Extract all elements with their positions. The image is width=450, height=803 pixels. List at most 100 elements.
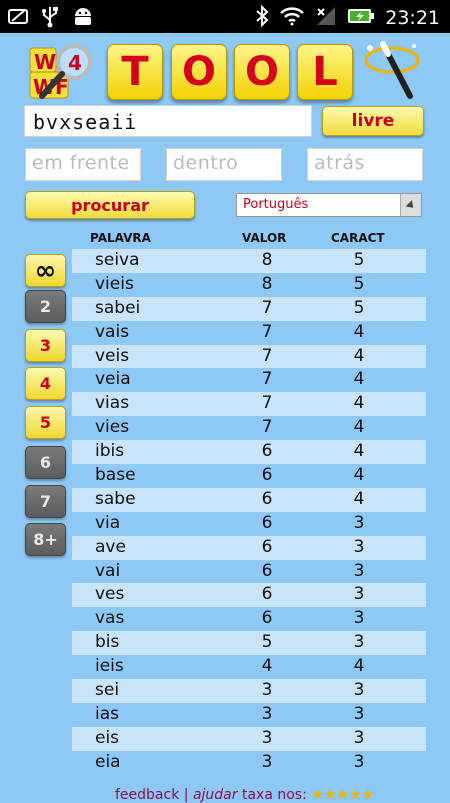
table-row[interactable]: ave 6 3 bbox=[72, 535, 426, 560]
table-cell-word: sei bbox=[95, 680, 120, 701]
table-cell-chars: 3 bbox=[353, 608, 365, 629]
search-button[interactable]: procurar bbox=[25, 191, 195, 219]
table-row[interactable]: ias 3 3 bbox=[72, 703, 426, 727]
table-cell-value: 6 bbox=[261, 560, 273, 581]
length-filter-button[interactable]: 3 bbox=[25, 329, 66, 362]
table-row[interactable]: bis 5 3 bbox=[72, 631, 426, 656]
length-filter-button[interactable]: 8+ bbox=[25, 523, 66, 556]
table-cell-chars: 4 bbox=[353, 393, 365, 414]
table-row[interactable]: ibis 6 4 bbox=[72, 440, 426, 465]
table-cell-value: 6 bbox=[261, 465, 273, 486]
back-field[interactable]: atrás bbox=[307, 148, 423, 181]
table-cell-value: 6 bbox=[261, 512, 273, 533]
length-filter-button[interactable]: 2 bbox=[25, 290, 66, 323]
table-cell-chars: 5 bbox=[353, 273, 365, 294]
table-cell-value: 7 bbox=[261, 417, 273, 438]
table-cell-word: vas bbox=[95, 608, 125, 629]
table-row[interactable]: vieis 8 5 bbox=[72, 273, 426, 297]
length-filter-button[interactable]: 6 bbox=[25, 446, 66, 479]
table-cell-value: 7 bbox=[261, 321, 273, 342]
table-cell-value: 7 bbox=[261, 393, 273, 414]
table-cell-chars: 3 bbox=[353, 751, 365, 772]
table-row[interactable]: veia 7 4 bbox=[72, 368, 426, 392]
language-select-value: Português bbox=[243, 197, 309, 212]
table-cell-chars: 4 bbox=[353, 656, 365, 677]
length-filter-button[interactable]: 5 bbox=[25, 406, 66, 439]
table-cell-chars: 5 bbox=[353, 250, 365, 270]
free-button[interactable]: livre bbox=[322, 106, 424, 136]
table-cell-value: 6 bbox=[261, 608, 273, 629]
length-filter-button[interactable]: ∞ bbox=[25, 254, 66, 287]
table-row[interactable]: vai 6 3 bbox=[72, 560, 426, 584]
table-cell-value: 7 bbox=[261, 297, 273, 318]
table-cell-chars: 3 bbox=[353, 632, 365, 653]
table-row[interactable]: vias 7 4 bbox=[72, 392, 426, 417]
table-cell-value: 7 bbox=[261, 369, 273, 390]
table-row[interactable]: eis 3 3 bbox=[72, 726, 426, 751]
bluetooth-icon bbox=[255, 4, 269, 31]
table-cell-value: 3 bbox=[261, 680, 273, 701]
table-cell-word: via bbox=[95, 512, 121, 533]
col-header-word[interactable]: PALAVRA bbox=[90, 231, 151, 245]
status-bar: 23:21 bbox=[0, 0, 450, 33]
table-cell-chars: 3 bbox=[353, 680, 365, 701]
table-cell-word: ibis bbox=[95, 441, 125, 462]
table-cell-value: 3 bbox=[261, 727, 273, 748]
length-filter-button[interactable]: 4 bbox=[25, 367, 66, 400]
signal-icon bbox=[315, 5, 337, 31]
table-row[interactable]: via 6 3 bbox=[72, 512, 426, 536]
table-header: PALAVRA VALOR CARACT bbox=[72, 231, 426, 247]
svg-text:W: W bbox=[34, 50, 56, 74]
table-cell-value: 4 bbox=[261, 656, 273, 677]
table-cell-chars: 3 bbox=[353, 727, 365, 748]
table-cell-value: 6 bbox=[261, 441, 273, 462]
table-cell-chars: 3 bbox=[353, 584, 365, 605]
table-cell-value: 6 bbox=[261, 584, 273, 605]
feedback-link[interactable]: feedback bbox=[115, 787, 179, 803]
table-row[interactable]: sabei 7 5 bbox=[72, 296, 426, 321]
table-cell-word: vais bbox=[95, 321, 130, 342]
table-row[interactable]: seiva 8 5 bbox=[72, 249, 426, 273]
inside-field[interactable]: dentro bbox=[166, 148, 282, 181]
app-logo: W WF 4 bbox=[28, 42, 96, 100]
length-filter-button[interactable]: 7 bbox=[25, 485, 66, 518]
table-row[interactable]: vas 6 3 bbox=[72, 607, 426, 631]
table-cell-word: veis bbox=[95, 345, 130, 366]
title-tile-l: L bbox=[297, 44, 353, 100]
table-cell-word: eis bbox=[95, 727, 120, 748]
table-row[interactable]: veis 7 4 bbox=[72, 344, 426, 369]
table-row[interactable]: vais 7 4 bbox=[72, 321, 426, 345]
rating-stars[interactable]: ★★★★★ bbox=[311, 787, 374, 803]
col-header-value[interactable]: VALOR bbox=[242, 231, 286, 245]
table-cell-word: ias bbox=[95, 703, 119, 724]
table-cell-chars: 4 bbox=[353, 465, 365, 486]
title-tile-o: O bbox=[171, 44, 227, 100]
results-table: seiva 8 5 vieis 8 5 sabei 7 5 vais 7 4 veis 7 4 veia 7 4 v… bbox=[72, 249, 426, 775]
table-cell-word: veia bbox=[95, 369, 131, 390]
table-cell-chars: 4 bbox=[353, 488, 365, 509]
help-link[interactable]: ajudar bbox=[193, 787, 238, 803]
usb-icon bbox=[40, 6, 60, 28]
table-row[interactable]: base 6 4 bbox=[72, 464, 426, 488]
magic-wand-icon bbox=[362, 38, 424, 102]
table-cell-value: 7 bbox=[261, 345, 273, 366]
table-cell-chars: 4 bbox=[353, 345, 365, 366]
table-row[interactable]: eia 3 3 bbox=[72, 751, 426, 775]
rate-label: taxa nos: bbox=[241, 787, 307, 803]
table-cell-word: vieis bbox=[95, 273, 134, 294]
table-row[interactable]: sei 3 3 bbox=[72, 679, 426, 703]
table-row[interactable]: ves 6 3 bbox=[72, 583, 426, 608]
language-select[interactable]: Português bbox=[236, 193, 422, 217]
table-cell-chars: 3 bbox=[353, 536, 365, 557]
table-row[interactable]: vies 7 4 bbox=[72, 416, 426, 440]
screenshot-icon bbox=[8, 6, 28, 26]
wifi-icon bbox=[279, 6, 305, 30]
table-cell-word: ves bbox=[95, 584, 125, 605]
table-row[interactable]: ieis 4 4 bbox=[72, 655, 426, 679]
table-cell-word: vies bbox=[95, 417, 130, 438]
letters-input[interactable]: bvxseaii bbox=[24, 105, 312, 137]
table-cell-chars: 3 bbox=[353, 703, 365, 724]
col-header-chars[interactable]: CARACT bbox=[331, 231, 385, 245]
front-field[interactable]: em frente bbox=[25, 148, 141, 181]
table-row[interactable]: sabe 6 4 bbox=[72, 487, 426, 512]
